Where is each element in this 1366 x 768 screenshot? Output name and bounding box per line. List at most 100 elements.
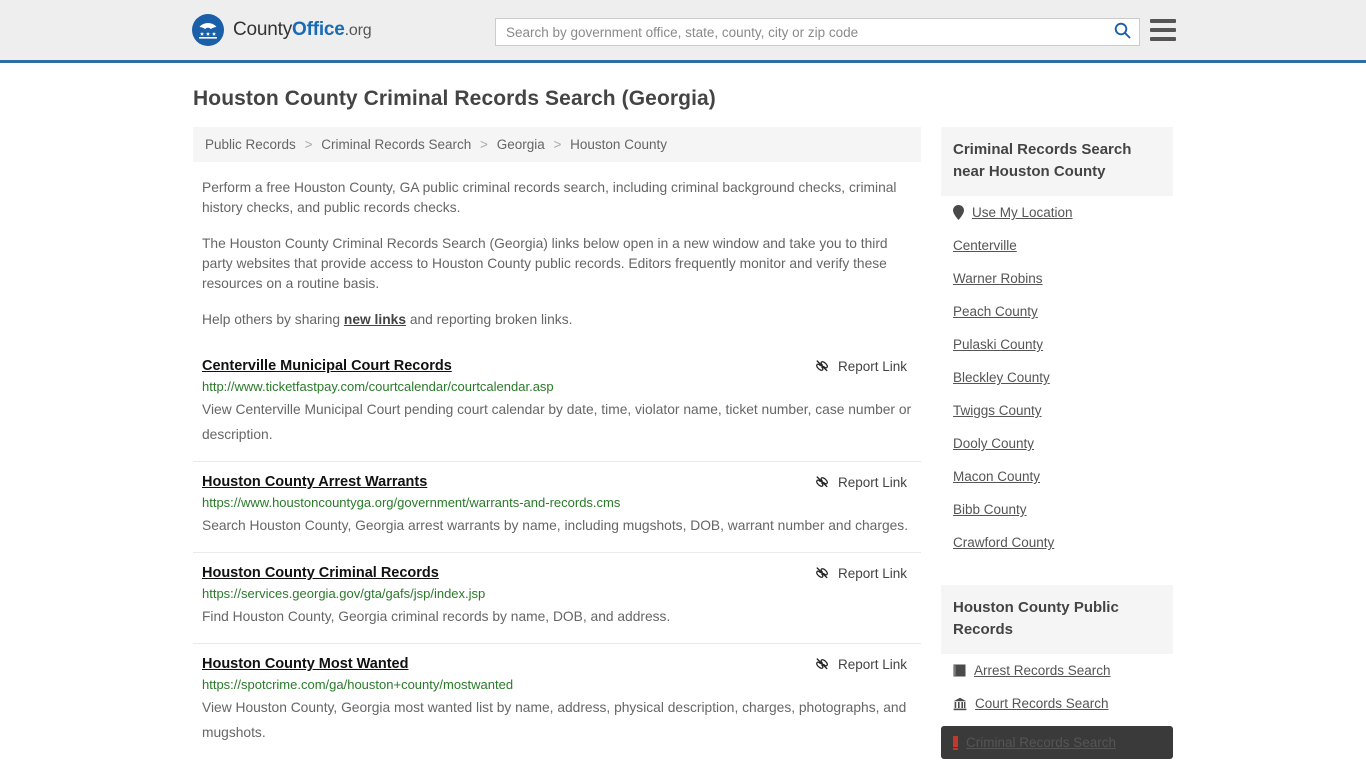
intro-p3-after: and reporting broken links. <box>406 312 573 327</box>
result-item: Centerville Municipal Court Records Repor… <box>193 346 921 461</box>
result-item: Houston County Arrest Warrants Report Lin… <box>193 461 921 552</box>
bank-icon <box>953 697 967 711</box>
sidebar-nearby-link[interactable]: Twiggs County <box>953 403 1042 418</box>
brand-part-office: Office <box>292 19 345 40</box>
sidebar-nearby-link[interactable]: Bleckley County <box>953 370 1050 385</box>
new-links-link[interactable]: new links <box>344 312 406 327</box>
result-title-link[interactable]: Centerville Municipal Court Records <box>202 358 452 374</box>
intro-paragraph-2: The Houston County Criminal Records Sear… <box>202 236 888 291</box>
sidebar-nearby-item[interactable]: Crawford County <box>941 526 1173 559</box>
breadcrumb-separator-1: > <box>480 137 488 152</box>
report-link-button[interactable]: Report Link <box>814 656 921 672</box>
result-description: Find Houston County, Georgia criminal re… <box>202 609 671 624</box>
broken-link-icon <box>814 474 830 490</box>
sidebar-nearby-item[interactable]: Twiggs County <box>941 394 1173 427</box>
result-url: https://services.georgia.gov/gta/gafs/js… <box>202 586 486 601</box>
report-link-button[interactable]: Report Link <box>814 565 921 581</box>
sidebar-nearby-item[interactable]: Dooly County <box>941 427 1173 460</box>
report-link-label: Report Link <box>837 474 907 490</box>
result-header: Houston County Most Wanted Report Link <box>202 656 921 672</box>
eagle-seal-icon <box>192 14 224 46</box>
result-url: http://www.ticketfastpay.com/courtcalend… <box>202 379 554 394</box>
sidebar-nearby-list: Use My Location Centerville Warner Robins… <box>941 196 1173 559</box>
sidebar-public-records-list: Arrest Records Search Court Records Searc… <box>941 654 1173 759</box>
report-link-label: Report Link <box>837 656 907 672</box>
report-link-label: Report Link <box>837 358 907 374</box>
result-item: Houston County Most Wanted Report Link htt… <box>193 643 921 759</box>
sidebar-nearby-link[interactable]: Peach County <box>953 304 1038 319</box>
breadcrumb-separator-0: > <box>304 137 313 152</box>
main-column: Public Records > Criminal Records Search… <box>193 127 921 759</box>
sidebar: Criminal Records Search near Houston Cou… <box>941 127 1173 759</box>
breadcrumb-separator-2: > <box>553 137 562 152</box>
hamburger-bar-3 <box>1150 37 1176 41</box>
sidebar-nearby-item[interactable]: Macon County <box>941 460 1173 493</box>
result-description: View Houston County, Georgia most wanted… <box>202 700 907 740</box>
sidebar-nearby-item[interactable]: Centerville <box>941 229 1173 262</box>
sidebar-nearby-item[interactable]: Peach County <box>941 295 1173 328</box>
result-item: Houston County Criminal Records Report Li… <box>193 552 921 643</box>
sidebar-record-link[interactable]: Arrest Records Search <box>974 663 1111 678</box>
breadcrumb: Public Records > Criminal Records Search… <box>193 127 921 162</box>
sidebar-nearby-link[interactable]: Crawford County <box>953 535 1054 550</box>
sidebar-record-link[interactable]: Court Records Search <box>975 696 1109 711</box>
sidebar-nearby-link[interactable]: Dooly County <box>953 436 1034 451</box>
sidebar-record-link[interactable]: Criminal Records Search <box>966 735 1116 750</box>
use-my-location-link[interactable]: Use My Location <box>972 205 1073 220</box>
result-title-link[interactable]: Houston County Arrest Warrants <box>202 474 427 490</box>
site-header: CountyOffice.org <box>0 0 1366 63</box>
sidebar-nearby-link[interactable]: Bibb County <box>953 502 1027 517</box>
sidebar-nearby-item[interactable]: Bleckley County <box>941 361 1173 394</box>
site-logo-text: CountyOffice.org <box>233 19 372 41</box>
sidebar-record-item-active[interactable]: Criminal Records Search <box>941 726 1173 759</box>
map-pin-icon <box>953 205 964 220</box>
breadcrumb-item-0[interactable]: Public Records <box>205 137 296 152</box>
result-header: Houston County Arrest Warrants Report Lin… <box>202 474 921 490</box>
sidebar-nearby-link[interactable]: Centerville <box>953 238 1017 253</box>
report-link-button[interactable]: Report Link <box>814 358 921 374</box>
sidebar-record-item[interactable]: Arrest Records Search <box>941 654 1173 687</box>
sidebar-public-records-box: Houston County Public Records Arrest Rec… <box>941 585 1173 759</box>
broken-link-icon <box>814 656 830 672</box>
breadcrumb-item-3[interactable]: Houston County <box>570 137 667 152</box>
report-link-button[interactable]: Report Link <box>814 474 921 490</box>
content-container: Public Records > Criminal Records Search… <box>193 127 1173 759</box>
brand-part-county: County <box>233 19 293 40</box>
result-title-link[interactable]: Houston County Most Wanted <box>202 656 408 672</box>
sidebar-public-records-title: Houston County Public Records <box>941 585 1173 654</box>
result-description: View Centerville Municipal Court pending… <box>202 402 912 442</box>
sidebar-nearby-link[interactable]: Macon County <box>953 469 1040 484</box>
sidebar-nearby-box: Criminal Records Search near Houston Cou… <box>941 127 1173 559</box>
result-title-link[interactable]: Houston County Criminal Records <box>202 565 439 581</box>
search-icon <box>1114 22 1131 42</box>
report-link-label: Report Link <box>837 565 907 581</box>
sidebar-record-item[interactable]: Court Records Search <box>941 687 1173 720</box>
sidebar-nearby-title: Criminal Records Search near Houston Cou… <box>941 127 1173 196</box>
search-button[interactable] <box>1105 19 1139 45</box>
breadcrumb-item-2[interactable]: Georgia <box>497 137 545 152</box>
search-bar[interactable] <box>495 18 1140 46</box>
site-logo[interactable]: CountyOffice.org <box>192 14 372 46</box>
result-header: Centerville Municipal Court Records Repor… <box>202 358 921 374</box>
breadcrumb-item-1[interactable]: Criminal Records Search <box>321 137 471 152</box>
sidebar-nearby-link[interactable]: Warner Robins <box>953 271 1043 286</box>
sidebar-nearby-item[interactable]: Bibb County <box>941 493 1173 526</box>
search-input[interactable] <box>496 19 1105 45</box>
result-url: https://www.houstoncountyga.org/governme… <box>202 495 621 510</box>
results-list: Centerville Municipal Court Records Repor… <box>193 346 921 759</box>
intro-text: Perform a free Houston County, GA public… <box>193 178 921 330</box>
broken-link-icon <box>814 358 830 374</box>
sidebar-nearby-item[interactable]: Pulaski County <box>941 328 1173 361</box>
sidebar-nearby-item[interactable]: Warner Robins <box>941 262 1173 295</box>
result-description: Search Houston County, Georgia arrest wa… <box>202 518 909 533</box>
page-title: Houston County Criminal Records Search (… <box>193 87 716 110</box>
result-url: https://spotcrime.com/ga/houston+county/… <box>202 677 514 692</box>
sidebar-item-use-my-location[interactable]: Use My Location <box>941 196 1173 229</box>
sidebar-nearby-link[interactable]: Pulaski County <box>953 337 1043 352</box>
hamburger-menu-icon[interactable] <box>1150 19 1176 41</box>
notebook-icon <box>953 664 966 677</box>
hamburger-bar-2 <box>1150 28 1176 32</box>
page-body: Houston County Criminal Records Search (… <box>0 63 1366 759</box>
bar-icon <box>953 735 958 750</box>
intro-p3-before: Help others by sharing <box>202 312 344 327</box>
